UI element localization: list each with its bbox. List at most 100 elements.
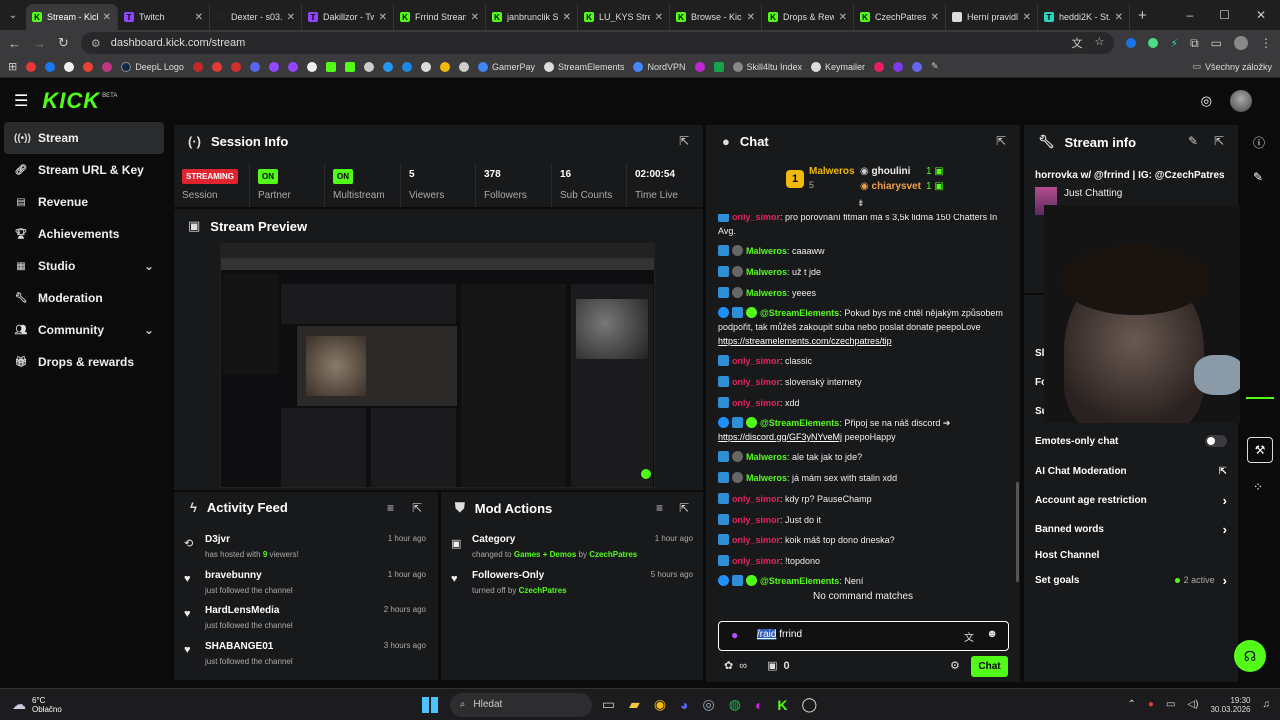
browser-tab[interactable]: T Twitch ✕ bbox=[118, 4, 210, 30]
chrome-icon[interactable]: ◉ bbox=[654, 696, 666, 713]
bookmark-icon[interactable] bbox=[325, 61, 336, 72]
hamburger-menu-icon[interactable]: ☰ bbox=[14, 91, 28, 111]
popout-icon[interactable]: ⇱ bbox=[679, 134, 689, 148]
activity-username[interactable]: SHABANGE01 bbox=[205, 641, 273, 652]
bookmark-icon[interactable] bbox=[268, 61, 279, 72]
setting-row[interactable]: Banned words › bbox=[1035, 521, 1227, 537]
stream-preview-video[interactable] bbox=[220, 243, 655, 488]
bookmark-icon[interactable] bbox=[912, 61, 923, 72]
setting-row[interactable]: Host Channel bbox=[1035, 547, 1227, 563]
edit-pencil-icon[interactable]: ✎ bbox=[1253, 170, 1263, 184]
chat-scrollbar[interactable] bbox=[1016, 482, 1019, 582]
chat-send-button[interactable]: Chat bbox=[971, 656, 1008, 677]
browser-tab[interactable]: K LU_KYS Strea... ✕ bbox=[578, 4, 670, 30]
bookmark-icon[interactable] bbox=[287, 61, 298, 72]
kick-logo[interactable]: KICK bbox=[42, 88, 100, 114]
extension-icon[interactable]: ⚡ bbox=[1170, 37, 1178, 50]
emotes-only-toggle[interactable] bbox=[1205, 435, 1227, 447]
tab-close-icon[interactable]: ✕ bbox=[471, 12, 479, 23]
tab-close-icon[interactable]: ✕ bbox=[103, 12, 111, 23]
bookmark-keymailer[interactable]: Keymailer bbox=[811, 61, 865, 72]
bookmark-icon[interactable] bbox=[45, 61, 56, 72]
mod-action-by[interactable]: CzechPatres bbox=[589, 550, 637, 559]
user-avatar[interactable] bbox=[1230, 90, 1252, 112]
chat-username[interactable]: only_simor bbox=[732, 494, 780, 504]
microphone-tray-icon[interactable]: ● bbox=[1148, 699, 1154, 710]
network-icon[interactable]: ▭ bbox=[1166, 699, 1175, 710]
sidebar-item[interactable]: 👥︎ Community ⌄ bbox=[4, 314, 164, 346]
chat-username[interactable]: Malweros bbox=[746, 288, 787, 298]
sidebar-item[interactable]: 🔗︎ Stream URL & Key bbox=[4, 154, 164, 186]
activity-username[interactable]: D3jvr bbox=[205, 534, 230, 545]
chevron-down-icon[interactable]: ⌄ bbox=[144, 323, 154, 337]
emoji-icon[interactable]: ☻ bbox=[986, 628, 998, 640]
bookmark-icon[interactable] bbox=[713, 61, 724, 72]
app-icon[interactable]: ◐ bbox=[755, 697, 763, 713]
maximize-icon[interactable]: ☐ bbox=[1219, 8, 1230, 22]
chat-username[interactable]: @StreamElements bbox=[760, 576, 839, 586]
bookmarks-folder[interactable]: ▭ Všechny záložky bbox=[1192, 61, 1272, 72]
tab-close-icon[interactable]: ✕ bbox=[563, 12, 571, 23]
bookmark-deepl[interactable]: DeepL Logo bbox=[121, 61, 184, 72]
bookmark-icon[interactable] bbox=[382, 61, 393, 72]
bookmark-icon[interactable] bbox=[306, 61, 317, 72]
bookmark-star-icon[interactable]: ☆ bbox=[1094, 35, 1104, 51]
bookmark-gamerpay[interactable]: GamerPay bbox=[477, 61, 535, 72]
bookmark-icon[interactable] bbox=[249, 61, 260, 72]
sidebar-item[interactable]: 🏆︎ Achievements bbox=[4, 218, 164, 250]
bookmark-icon[interactable] bbox=[211, 61, 222, 72]
tip-icon[interactable]: ✿ bbox=[724, 659, 733, 672]
browser-tab[interactable]: Dexter - s03... ✕ bbox=[210, 4, 302, 30]
bookmark-icon[interactable] bbox=[83, 61, 94, 72]
bookmark-icon[interactable] bbox=[420, 61, 431, 72]
edit-pencil-icon[interactable]: ✎ bbox=[1188, 134, 1198, 148]
bookmark-icon[interactable] bbox=[230, 61, 241, 72]
support-headset-icon[interactable]: ☊ bbox=[1234, 640, 1266, 672]
browser-tab[interactable]: K CzechPatres... ✕ bbox=[854, 4, 946, 30]
tab-close-icon[interactable]: ✕ bbox=[195, 12, 203, 23]
gifter-name[interactable]: ghoulini bbox=[872, 166, 911, 177]
help-icon[interactable]: ◎ bbox=[1201, 93, 1212, 109]
windows-start-icon[interactable] bbox=[421, 696, 438, 713]
sidepanel-icon[interactable]: ▭ bbox=[1211, 36, 1222, 50]
wrench-icon[interactable]: ⚒ bbox=[1247, 437, 1273, 463]
tab-close-icon[interactable]: ✕ bbox=[1023, 12, 1031, 23]
clock[interactable]: 19:30 30.03.2026 bbox=[1210, 696, 1250, 714]
bookmark-icon[interactable] bbox=[363, 61, 374, 72]
chat-username[interactable]: only_simor bbox=[732, 515, 780, 525]
sidebar-item[interactable]: 🎁︎ Drops & rewards bbox=[4, 346, 164, 378]
chat-username[interactable]: only_simor bbox=[732, 377, 780, 387]
chat-input[interactable]: ● /raid frrind 文 ☻ bbox=[718, 621, 1009, 651]
menu-dots-icon[interactable]: ⋮ bbox=[1260, 36, 1272, 50]
close-window-icon[interactable]: ✕ bbox=[1256, 8, 1266, 22]
translate-icon[interactable]: 文 bbox=[964, 629, 974, 644]
info-icon[interactable]: ⓘ bbox=[1253, 134, 1265, 151]
bookmark-streamelements[interactable]: StreamElements bbox=[543, 61, 624, 72]
tab-close-icon[interactable]: ✕ bbox=[747, 12, 755, 23]
bookmark-icon[interactable] bbox=[458, 61, 469, 72]
popout-icon[interactable]: ⇱ bbox=[996, 134, 1006, 148]
chat-username[interactable]: only_simor bbox=[732, 556, 780, 566]
bookmark-icon[interactable] bbox=[893, 61, 904, 72]
obs-icon[interactable]: ◯ bbox=[802, 696, 818, 713]
tab-close-icon[interactable]: ✕ bbox=[379, 12, 387, 23]
weather-cloud-icon[interactable]: ☁ bbox=[12, 696, 26, 713]
gifter-name[interactable]: Malweros bbox=[809, 166, 855, 177]
popout-icon[interactable]: ⇱ bbox=[412, 501, 422, 515]
chat-username[interactable]: @StreamElements bbox=[760, 308, 839, 318]
discord-icon[interactable]: ◕ bbox=[680, 697, 688, 713]
chat-username[interactable]: Malweros bbox=[746, 473, 787, 483]
browser-tab[interactable]: K Drops & Rew... ✕ bbox=[762, 4, 854, 30]
tab-list-dropdown[interactable]: ⌄ bbox=[0, 10, 26, 21]
bookmark-icon[interactable] bbox=[344, 61, 355, 72]
infinity-icon[interactable]: ∞ bbox=[739, 660, 747, 672]
extension-icon[interactable] bbox=[1148, 38, 1159, 48]
back-icon[interactable]: ← bbox=[8, 36, 21, 51]
volume-icon[interactable]: ◁) bbox=[1187, 699, 1198, 710]
sidebar-item[interactable]: ▦ Studio ⌄ bbox=[4, 250, 164, 282]
taskbar-search[interactable]: ⌕ Hledat bbox=[449, 692, 592, 717]
activity-username[interactable]: bravebunny bbox=[205, 570, 262, 581]
kick-app-icon[interactable]: K bbox=[777, 697, 787, 713]
tab-close-icon[interactable]: ✕ bbox=[1115, 12, 1123, 23]
tab-close-icon[interactable]: ✕ bbox=[287, 12, 295, 23]
